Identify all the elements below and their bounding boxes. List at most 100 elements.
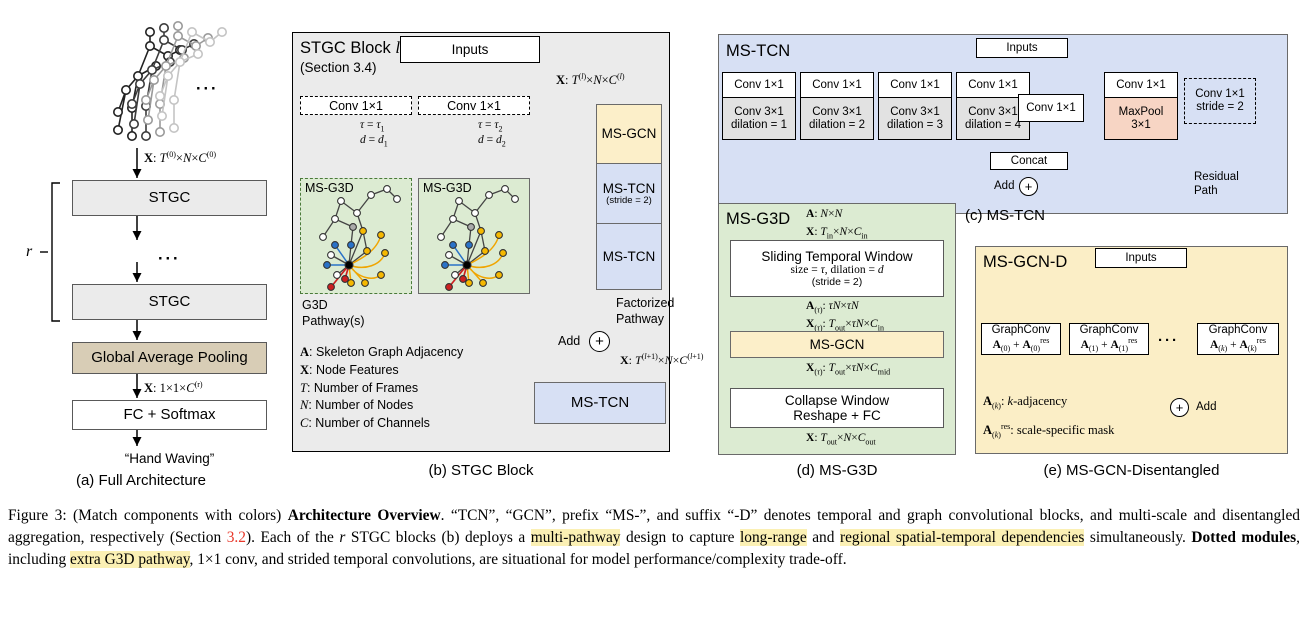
branch-2-conv3x1-label: Conv 3×1 [890, 105, 940, 118]
ms-gcn-in-g3d-label: MS-GCN [809, 336, 865, 352]
branch-1-dilation-label: dilation = 2 [809, 118, 865, 131]
branch-2-conv1x1[interactable]: Conv 1×1 [878, 72, 952, 98]
prediction-output-label: “Hand Waving” [124, 451, 215, 467]
panel-b-title-text: STGC Block [300, 39, 391, 57]
branch-0-dilated-conv[interactable]: Conv 3×1 dilation = 1 [722, 98, 796, 140]
figure-caption: Figure 3: (Match components with colors)… [8, 505, 1300, 571]
fc-label: FC + Softmax [123, 405, 216, 423]
factorized-ms-tcn[interactable]: MS-TCN [596, 224, 662, 290]
branch-1-conv3x1-label: Conv 3×1 [812, 105, 862, 118]
sliding-temporal-window-block[interactable]: Sliding Temporal Window size = τ, dilati… [730, 240, 944, 297]
stgc-output-ms-tcn[interactable]: MS-TCN [534, 382, 666, 424]
legend-row-X: X: Node Features [300, 362, 399, 377]
stgc-block-top[interactable]: STGC [72, 180, 267, 216]
branch-2-dilated-conv[interactable]: Conv 3×1 dilation = 3 [878, 98, 952, 140]
caption-part-10: and [806, 528, 840, 546]
repeat-count-label: r [26, 243, 33, 260]
conv1x1-pathway-2[interactable]: Conv 1×1 [418, 96, 530, 115]
residual-line1: Residual [1194, 171, 1239, 183]
factorized-ms-tcn-stride2-note: (stride = 2) [606, 194, 652, 206]
graphconv-k[interactable]: GraphConv A(k) + A(k)res [1197, 323, 1279, 355]
maxpool-label-2: 3×1 [1131, 118, 1151, 131]
graphconv-0-formula: A(0) + A(0)res [992, 335, 1050, 354]
fc-softmax-block[interactable]: FC + Softmax [72, 400, 267, 430]
ms-g3d-pathway-2[interactable]: MS-G3D [418, 178, 530, 294]
residual-conv-label-2: stride = 2 [1196, 101, 1244, 113]
maxpool-block[interactable]: MaxPool 3×1 [1104, 98, 1178, 140]
skeleton-ellipsis: ··· [196, 80, 219, 98]
branch-3-dilation-label: dilation = 4 [965, 118, 1021, 131]
legend-row-N: N: Number of Nodes [300, 398, 414, 413]
stgc-stack-ellipsis: ··· [158, 250, 181, 268]
maxpool-branch-conv1x1[interactable]: Conv 1×1 [1104, 72, 1178, 98]
collapse-window-block[interactable]: Collapse Window Reshape + FC [730, 388, 944, 428]
ms-tcn-concat-box[interactable]: Concat [990, 152, 1068, 170]
ms-tcn-add-label: Add [994, 180, 1015, 192]
caption-part-15: extra G3D pathway [69, 550, 190, 568]
ms-tcn-inputs-box[interactable]: Inputs [976, 38, 1068, 58]
caption-part-4: ). Each of the [245, 528, 340, 546]
caption-part-13: Dotted modules [1191, 528, 1297, 546]
caption-part-12: simultaneously. [1084, 528, 1192, 546]
d2-annotation: d = d2 [478, 134, 506, 149]
ms-tcn-plain-conv[interactable]: Conv 1×1 [1018, 94, 1084, 122]
ms-tcn-inputs-label: Inputs [1006, 41, 1038, 54]
collapse-window-line2: Reshape + FC [793, 408, 881, 423]
conv1x1-pathway-2-label: Conv 1×1 [447, 98, 501, 113]
factorized-ms-tcn-label: MS-TCN [602, 248, 656, 264]
factorized-line2: Pathway [616, 311, 664, 326]
ms-g3d-pathway-1[interactable]: MS-G3D [300, 178, 412, 294]
ms-tcn-branch-2[interactable]: Conv 1×1 Conv 3×1 dilation = 3 [878, 72, 952, 140]
branch-2-conv1x1-label: Conv 1×1 [890, 78, 940, 91]
maxpool-branch-conv1x1-label: Conv 1×1 [1116, 78, 1166, 91]
caption-part-9: long-range [740, 528, 807, 546]
residual-conv-label-1: Conv 1×1 [1195, 88, 1245, 101]
panel-b-tensor-out: X: T(l+1)×N×C(l+1) [620, 352, 704, 367]
factorized-ms-tcn-stride2-label: MS-TCN [602, 180, 656, 196]
branch-0-conv3x1-label: Conv 3×1 [734, 105, 784, 118]
stgc-bottom-label: STGC [148, 292, 191, 310]
g3d-graph-1-svg [319, 185, 401, 291]
panel-b-sublabel: (b) STGC Block [428, 462, 534, 479]
ms-gcn-d-add-symbol: + [1175, 400, 1184, 415]
factorized-ms-tcn-stride2[interactable]: MS-TCN (stride = 2) [596, 164, 662, 224]
factorized-pathway-caption: Factorized Pathway [616, 296, 674, 327]
graphconv-1[interactable]: GraphConv A(1) + A(1)res [1069, 323, 1149, 355]
caption-part-8: design to capture [620, 528, 741, 546]
branch-0-conv1x1[interactable]: Conv 1×1 [722, 72, 796, 98]
panel-d-post-X: X(τ): Tout×τN×Cmid [806, 362, 891, 377]
sliding-window-params: size = τ, dilation = d [790, 263, 884, 276]
ms-tcn-branch-1[interactable]: Conv 1×1 Conv 3×1 dilation = 2 [800, 72, 874, 140]
conv1x1-pathway-1[interactable]: Conv 1×1 [300, 96, 412, 115]
residual-strided-conv[interactable]: Conv 1×1 stride = 2 [1184, 78, 1256, 124]
legend-row-T: T: Number of Frames [300, 380, 419, 395]
branch-1-conv1x1-label: Conv 1×1 [812, 78, 862, 91]
panel-b-tensor-in: X: T(l)×N×C(l) [556, 72, 625, 88]
ms-gcn-d-inputs-box[interactable]: Inputs [1095, 248, 1187, 268]
graphconv-0[interactable]: GraphConv A(0) + A(0)res [981, 323, 1061, 355]
conv1x1-pathway-1-label: Conv 1×1 [329, 98, 383, 113]
panel-a-tensor-in: X: T(0)×N×C(0) [144, 150, 217, 166]
factorized-ms-gcn-label: MS-GCN [601, 126, 657, 142]
ms-tcn-maxpool-branch[interactable]: Conv 1×1 MaxPool 3×1 [1104, 72, 1178, 140]
legend-A-desc: : Skeleton Graph Adjacency [309, 345, 464, 359]
panel-b-section-ref: (Section 3.4) [300, 60, 377, 75]
stgc-inputs-box[interactable]: Inputs [400, 36, 540, 63]
branch-1-conv1x1[interactable]: Conv 1×1 [800, 72, 874, 98]
collapse-window-line1: Collapse Window [784, 392, 890, 408]
tau2-annotation: τ = τ2 [478, 119, 503, 134]
stgc-block-bottom[interactable]: STGC [72, 284, 267, 320]
caption-part-3: 3.2 [226, 528, 246, 546]
branch-2-dilation-label: dilation = 3 [887, 118, 943, 131]
branch-1-dilated-conv[interactable]: Conv 3×1 dilation = 2 [800, 98, 874, 140]
stgc-output-ms-tcn-label: MS-TCN [570, 393, 630, 411]
ms-tcn-plain-conv-label: Conv 1×1 [1026, 101, 1076, 114]
ms-tcn-branch-0[interactable]: Conv 1×1 Conv 3×1 dilation = 1 [722, 72, 796, 140]
legend-T-desc: : Number of Frames [306, 380, 419, 395]
global-average-pooling-block[interactable]: Global Average Pooling [72, 342, 267, 374]
stgc-inputs-label: Inputs [451, 41, 489, 57]
factorized-ms-gcn[interactable]: MS-GCN [596, 104, 662, 164]
sliding-window-title: Sliding Temporal Window [761, 248, 913, 264]
stgc-add-label: Add [558, 334, 581, 348]
ms-gcn-block-in-g3d[interactable]: MS-GCN [730, 331, 944, 358]
